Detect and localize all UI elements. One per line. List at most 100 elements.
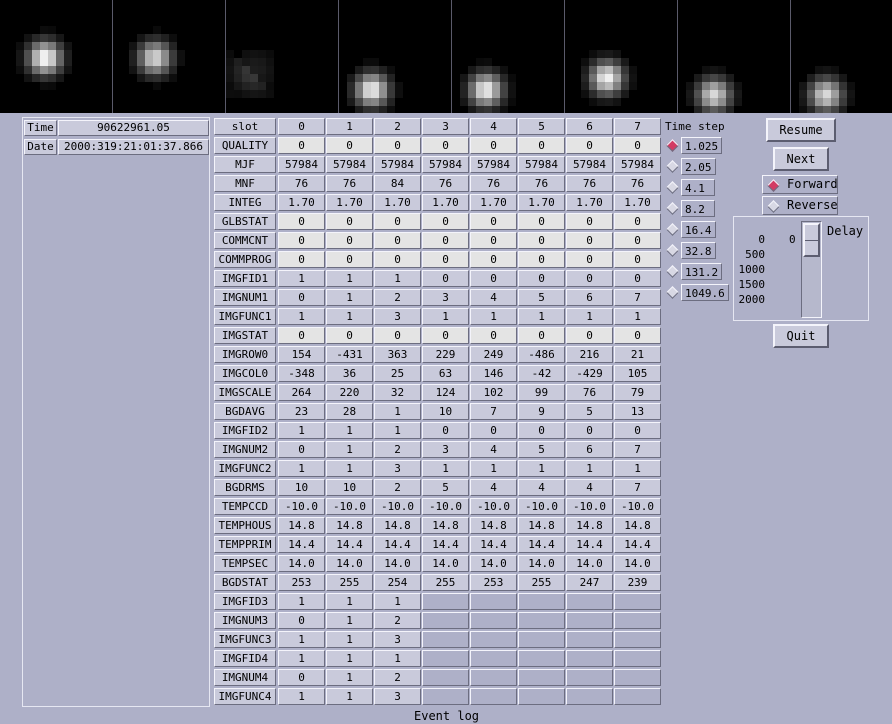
table-cell: 1: [326, 308, 373, 325]
table-cell: -10.0: [278, 498, 325, 515]
date-value: 2000:319:21:01:37.866: [58, 139, 209, 155]
table-cell: 0: [278, 251, 325, 268]
row-label-imgscale: IMGSCALE: [214, 384, 276, 401]
table-cell: [614, 593, 661, 610]
table-cell: 10: [278, 479, 325, 496]
time-date-panel: Time 90622961.05 Date 2000:319:21:01:37.…: [22, 117, 210, 707]
next-button[interactable]: Next: [773, 147, 829, 171]
table-cell: -42: [518, 365, 565, 382]
time-step-option[interactable]: 8.2: [665, 200, 717, 217]
time-step-radio-indicator: [666, 286, 679, 299]
table-cell: [422, 650, 469, 667]
row-label-imgfunc4: IMGFUNC4: [214, 688, 276, 705]
table-cell: [422, 612, 469, 629]
table-cell: 0: [614, 213, 661, 230]
table-cell: 1: [278, 688, 325, 705]
table-cell: 0: [614, 251, 661, 268]
table-cell: 0: [326, 213, 373, 230]
table-cell: [470, 669, 517, 686]
table-header-slot-2: 2: [374, 118, 421, 135]
table-cell: 14.8: [614, 517, 661, 534]
time-step-option[interactable]: 32.8: [665, 242, 717, 259]
table-cell: 0: [326, 251, 373, 268]
table-cell: 0: [278, 441, 325, 458]
table-cell: 10: [422, 403, 469, 420]
row-label-temphous: TEMPHOUS: [214, 517, 276, 534]
table-cell: 0: [566, 270, 613, 287]
table-cell: 14.0: [374, 555, 421, 572]
time-step-option-label: 4.1: [681, 179, 715, 196]
table-cell: 5: [518, 289, 565, 306]
table-cell: 99: [518, 384, 565, 401]
time-step-option[interactable]: 1.025: [665, 137, 723, 154]
time-step-option[interactable]: 16.4: [665, 221, 717, 238]
time-value: 90622961.05: [58, 120, 209, 136]
table-cell: 3: [374, 308, 421, 325]
forward-radio[interactable]: Forward: [762, 175, 838, 194]
table-cell: 1: [422, 308, 469, 325]
time-step-option[interactable]: 1049.6: [665, 284, 729, 301]
table-cell: 0: [566, 327, 613, 344]
time-step-radio-indicator: [666, 223, 679, 236]
table-header-slot-3: 3: [422, 118, 469, 135]
table-cell: 14.4: [614, 536, 661, 553]
table-cell: 76: [278, 175, 325, 192]
table-cell: 0: [422, 213, 469, 230]
row-label-integ: INTEG: [214, 194, 276, 211]
row-label-tempccd: TEMPCCD: [214, 498, 276, 515]
row-label-commcnt: COMMCNT: [214, 232, 276, 249]
table-cell: 1: [518, 308, 565, 325]
table-cell: 0: [422, 137, 469, 154]
table-cell: 247: [566, 574, 613, 591]
table-cell: 1.70: [566, 194, 613, 211]
table-cell: 57984: [470, 156, 517, 173]
forward-label: Forward: [787, 177, 838, 191]
reverse-radio-indicator: [767, 200, 780, 213]
table-cell: 57984: [326, 156, 373, 173]
table-cell: 0: [518, 251, 565, 268]
table-cell: 1: [326, 650, 373, 667]
table-cell: 0: [278, 612, 325, 629]
time-step-radio-indicator: [666, 265, 679, 278]
table-cell: 0: [374, 251, 421, 268]
star-image-0: [0, 2, 112, 113]
table-cell: -10.0: [518, 498, 565, 515]
table-cell: 4: [566, 479, 613, 496]
table-cell: 0: [614, 137, 661, 154]
table-cell: 0: [278, 232, 325, 249]
reverse-label: Reverse: [787, 198, 838, 212]
resume-button[interactable]: Resume: [766, 118, 836, 142]
time-step-option[interactable]: 131.2: [665, 263, 723, 280]
table-cell: 1: [374, 403, 421, 420]
table-cell: 2: [374, 289, 421, 306]
table-cell: -10.0: [470, 498, 517, 515]
table-cell: 32: [374, 384, 421, 401]
delay-slider-handle[interactable]: [803, 223, 820, 257]
delay-tick: 1000: [738, 263, 766, 276]
quit-button[interactable]: Quit: [773, 324, 829, 348]
table-cell: [470, 688, 517, 705]
table-header-slot-1: 1: [326, 118, 373, 135]
table-cell: 2: [374, 479, 421, 496]
row-label-imgcol0: IMGCOL0: [214, 365, 276, 382]
time-label: Time: [24, 120, 57, 136]
table-cell: 14.4: [422, 536, 469, 553]
table-cell: 220: [326, 384, 373, 401]
delay-tick: 0: [758, 233, 765, 246]
time-step-option[interactable]: 4.1: [665, 179, 717, 196]
delay-slider[interactable]: [801, 221, 822, 318]
table-cell: 7: [614, 479, 661, 496]
table-cell: 0: [326, 232, 373, 249]
table-cell: 1: [278, 650, 325, 667]
row-label-tempsec: TEMPSEC: [214, 555, 276, 572]
table-cell: 5: [518, 441, 565, 458]
reverse-radio[interactable]: Reverse: [762, 196, 838, 215]
table-cell: -348: [278, 365, 325, 382]
time-step-option-label: 131.2: [681, 263, 723, 280]
table-cell: 0: [518, 327, 565, 344]
time-step-option[interactable]: 2.05: [665, 158, 717, 175]
row-label-imgstat: IMGSTAT: [214, 327, 276, 344]
table-cell: 7: [614, 441, 661, 458]
table-header-slot-6: 6: [566, 118, 613, 135]
time-step-radio-indicator: [666, 160, 679, 173]
